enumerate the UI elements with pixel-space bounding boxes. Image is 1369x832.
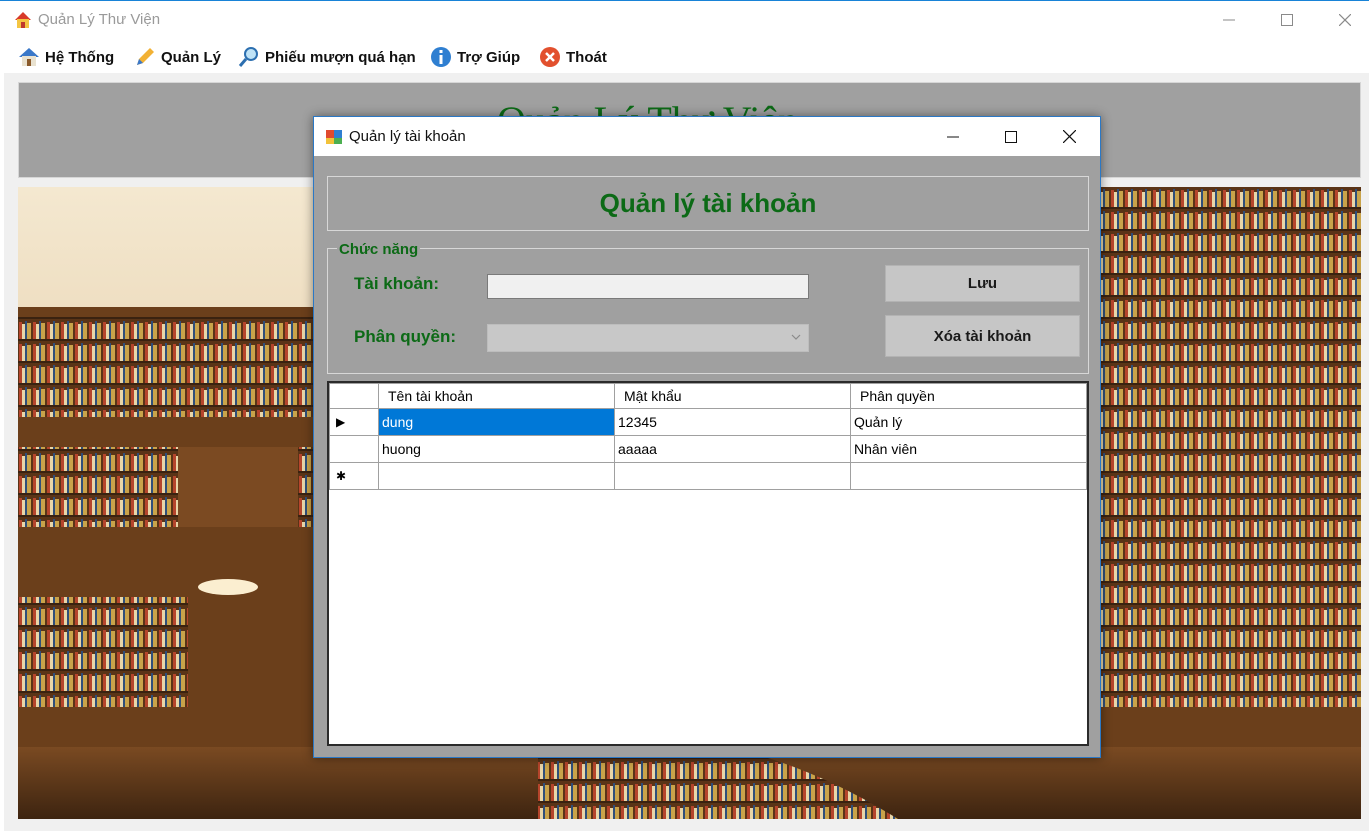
table-row[interactable]: huong aaaaa Nhân viên (329, 435, 1087, 463)
account-management-dialog: Quản lý tài khoản Quản lý tài khoản Chức… (313, 116, 1101, 758)
header-panel: Quản lý tài khoản (327, 176, 1089, 231)
info-icon (431, 47, 451, 67)
table-row[interactable]: ▶ dung 12345 Quản lý (329, 408, 1087, 436)
dialog-titlebar[interactable]: Quản lý tài khoản (314, 117, 1100, 156)
menu-he-thong[interactable]: Hệ Thống (18, 45, 114, 69)
menu-label: Thoát (566, 48, 607, 66)
cell-role[interactable]: Quản lý (850, 408, 1087, 436)
row-selector-new[interactable]: ✱ (329, 462, 379, 490)
house-app-icon (15, 12, 31, 28)
cell-username[interactable]: huong (378, 435, 615, 463)
dialog-title: Quản lý tài khoản (349, 128, 466, 145)
dialog-maximize-button[interactable] (982, 117, 1040, 156)
menu-label: Quản Lý (161, 48, 222, 66)
chevron-down-icon (791, 334, 801, 340)
menu-label: Trợ Giúp (457, 48, 521, 66)
cell-role[interactable]: Nhân viên (850, 435, 1087, 463)
accounts-table: Tên tài khoản Mật khẩu Phân quyền ▶ dung… (329, 383, 1087, 490)
save-button[interactable]: Lưu (885, 265, 1080, 302)
cell-username[interactable] (378, 462, 615, 490)
left-edge-strip (0, 73, 4, 832)
menu-label: Phiếu mượn quá hạn (265, 48, 416, 66)
account-input[interactable] (487, 274, 809, 299)
menu-quan-ly[interactable]: Quản Lý (134, 45, 221, 69)
grid-corner-cell[interactable] (329, 383, 379, 409)
form-icon (326, 130, 342, 144)
minimize-button[interactable] (1200, 3, 1258, 37)
pencil-icon (137, 48, 154, 65)
role-label: Phân quyền: (354, 327, 457, 346)
cell-password[interactable] (614, 462, 851, 490)
column-header-role[interactable]: Phân quyền (850, 383, 1087, 409)
menu-phieu-muon-qua-han[interactable]: Phiếu mượn quá hạn (238, 45, 416, 69)
menu-thoat[interactable]: Thoát (539, 45, 607, 69)
cell-password[interactable]: 12345 (614, 408, 851, 436)
row-selector-current[interactable]: ▶ (329, 408, 379, 436)
groupbox-legend: Chức năng (337, 241, 421, 258)
role-combobox[interactable] (487, 324, 809, 352)
maximize-button[interactable] (1258, 3, 1316, 37)
dialog-minimize-button[interactable] (924, 117, 982, 156)
main-titlebar[interactable]: Quản Lý Thư Viện (0, 1, 1369, 39)
column-header-password[interactable]: Mật khẩu (614, 383, 851, 409)
account-label: Tài khoản: (354, 274, 440, 293)
close-circle-icon (540, 47, 560, 67)
maximize-icon (1005, 130, 1017, 143)
menu-tro-giup[interactable]: Trợ Giúp (430, 45, 520, 69)
cell-role[interactable] (850, 462, 1087, 490)
maximize-icon (1281, 14, 1293, 26)
row-selector[interactable] (329, 435, 379, 463)
home-icon (19, 48, 39, 66)
magnifier-icon (238, 47, 258, 67)
function-groupbox: Chức năng Tài khoản: Phân quyền: Lưu Xóa… (327, 241, 1089, 374)
minimize-icon (1223, 19, 1235, 21)
menu-label: Hệ Thống (45, 48, 115, 66)
window-title: Quản Lý Thư Viện (38, 11, 161, 28)
dialog-close-button[interactable] (1040, 117, 1098, 156)
minimize-icon (947, 136, 959, 137)
close-button[interactable] (1316, 3, 1369, 37)
menu-bar: Hệ Thống Quản Lý Phiếu mượn quá hạn Trợ … (0, 39, 1369, 73)
grid-header-row: Tên tài khoản Mật khẩu Phân quyền (329, 383, 1087, 409)
close-icon (1339, 14, 1351, 26)
cell-password[interactable]: aaaaa (614, 435, 851, 463)
delete-account-button[interactable]: Xóa tài khoản (885, 315, 1080, 357)
accounts-grid[interactable]: Tên tài khoản Mật khẩu Phân quyền ▶ dung… (327, 381, 1089, 746)
dialog-header-title: Quản lý tài khoản (599, 188, 817, 218)
new-row[interactable]: ✱ (329, 462, 1087, 490)
cell-username[interactable]: dung (378, 408, 615, 436)
close-icon (1062, 130, 1076, 143)
column-header-username[interactable]: Tên tài khoản (378, 383, 615, 409)
